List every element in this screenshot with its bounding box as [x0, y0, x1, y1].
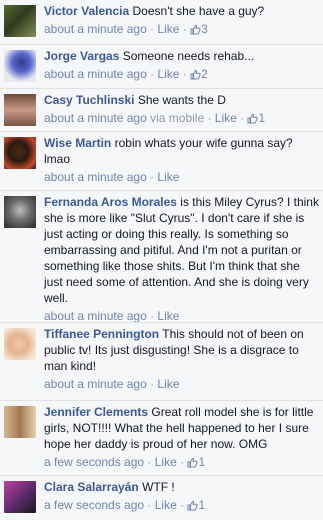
comment-item: Jennifer Clements Great roll model she i… — [0, 400, 323, 475]
comment-time[interactable]: about a minute ago — [44, 170, 147, 184]
comment-text: She wants the D — [137, 93, 226, 107]
avatar[interactable] — [4, 481, 36, 513]
like-link[interactable]: Like — [157, 377, 179, 391]
like-link[interactable]: Like — [157, 67, 179, 81]
comment-text: Someone needs rehab... — [122, 49, 255, 63]
comment-meta: a few seconds ago · Like · 1 — [44, 497, 319, 515]
comment-item: Clara Salarrayán WTF ! a few seconds ago … — [0, 475, 323, 520]
like-link[interactable]: Like — [155, 455, 177, 469]
avatar[interactable] — [4, 196, 36, 228]
comment-item: Jorge Vargas Someone needs rehab... about… — [0, 44, 323, 88]
comment-author[interactable]: Victor Valencia — [44, 4, 129, 18]
comment-body: Fernanda Aros Morales is this Miley Cyru… — [44, 194, 319, 324]
like-link[interactable]: Like — [215, 111, 237, 125]
comment-author[interactable]: Tiffanee Pennington — [44, 327, 159, 341]
thumbs-up-icon — [187, 456, 199, 472]
comment-author[interactable]: Jorge Vargas — [44, 49, 119, 63]
comment-author[interactable]: Clara Salarrayán — [44, 480, 139, 494]
like-count-value: 2 — [201, 67, 208, 81]
comment-via: via mobile — [150, 111, 205, 125]
comment-item: Victor Valencia Doesn't she have a guy? a… — [0, 0, 323, 44]
comment-list: Victor Valencia Doesn't she have a guy? a… — [0, 0, 323, 520]
comment-meta: about a minute ago · Like — [44, 377, 180, 391]
like-count[interactable]: 3 — [190, 22, 208, 36]
avatar[interactable] — [4, 50, 36, 82]
comment-body: Victor Valencia Doesn't she have a guy? a… — [44, 3, 319, 39]
comment-body: Casy Tuchlinski She wants the D about a m… — [44, 92, 319, 128]
avatar[interactable] — [4, 406, 36, 438]
avatar[interactable] — [4, 328, 36, 360]
like-count-value: 1 — [198, 498, 206, 512]
like-count[interactable]: 1 — [247, 111, 265, 125]
comment-meta: about a minute ago via mobile · Like · 1 — [44, 110, 319, 128]
comment-author[interactable]: Jennifer Clements — [44, 405, 148, 419]
comment-item: Casy Tuchlinski She wants the D about a m… — [0, 88, 323, 131]
comment-author[interactable]: Wise Martin — [44, 136, 111, 150]
comment-time[interactable]: a few seconds ago — [44, 455, 144, 469]
like-link[interactable]: Like — [157, 309, 179, 323]
thumbs-up-icon — [190, 68, 201, 84]
comment-meta: about a minute ago · Like · 2 — [44, 66, 319, 84]
comment-body: Clara Salarrayán WTF ! a few seconds ago … — [44, 479, 319, 515]
like-count-value: 1 — [258, 111, 266, 125]
comment-author[interactable]: Fernanda Aros Morales — [44, 195, 177, 209]
thumbs-up-icon — [187, 499, 199, 515]
comment-author[interactable]: Casy Tuchlinski — [44, 93, 134, 107]
like-count[interactable]: 2 — [190, 67, 208, 81]
comment-body: Wise Martin robin whats your wife gunna … — [44, 135, 319, 185]
thumbs-up-icon — [190, 23, 201, 39]
like-count[interactable]: 1 — [187, 455, 205, 469]
like-count[interactable]: 1 — [187, 498, 205, 512]
like-link[interactable]: Like — [155, 498, 177, 512]
comment-time[interactable]: about a minute ago — [44, 377, 147, 391]
comment-time[interactable]: a few seconds ago — [44, 498, 144, 512]
thumbs-up-icon — [247, 112, 259, 128]
comment-time[interactable]: about a minute ago — [44, 22, 147, 36]
like-count-value: 1 — [198, 455, 206, 469]
comment-meta: a few seconds ago · Like · 1 — [44, 454, 319, 472]
comment-text: Doesn't she have a guy? — [132, 4, 265, 18]
comment-time[interactable]: about a minute ago — [44, 309, 147, 323]
comment-item: Fernanda Aros Morales is this Miley Cyru… — [0, 190, 323, 324]
like-count-value: 3 — [201, 22, 208, 36]
avatar[interactable] — [4, 137, 36, 169]
comment-time[interactable]: about a minute ago — [44, 111, 147, 125]
avatar[interactable] — [4, 5, 36, 37]
like-link[interactable]: Like — [157, 22, 179, 36]
avatar[interactable] — [4, 94, 36, 126]
comment-text: is this Miley Cyrus? I think she is more… — [44, 195, 319, 305]
comment-body: Jorge Vargas Someone needs rehab... about… — [44, 48, 319, 84]
comment-meta: about a minute ago · Like — [44, 170, 180, 184]
comment-meta: about a minute ago · Like · 3 — [44, 21, 319, 39]
comment-body: Tiffanee Pennington This should not of b… — [44, 326, 319, 392]
like-link[interactable]: Like — [157, 170, 179, 184]
comment-time[interactable]: about a minute ago — [44, 67, 147, 81]
comment-item: Tiffanee Pennington This should not of b… — [0, 322, 323, 400]
comment-item: Wise Martin robin whats your wife gunna … — [0, 131, 323, 190]
comment-body: Jennifer Clements Great roll model she i… — [44, 404, 319, 472]
comment-text: WTF ! — [142, 480, 175, 494]
